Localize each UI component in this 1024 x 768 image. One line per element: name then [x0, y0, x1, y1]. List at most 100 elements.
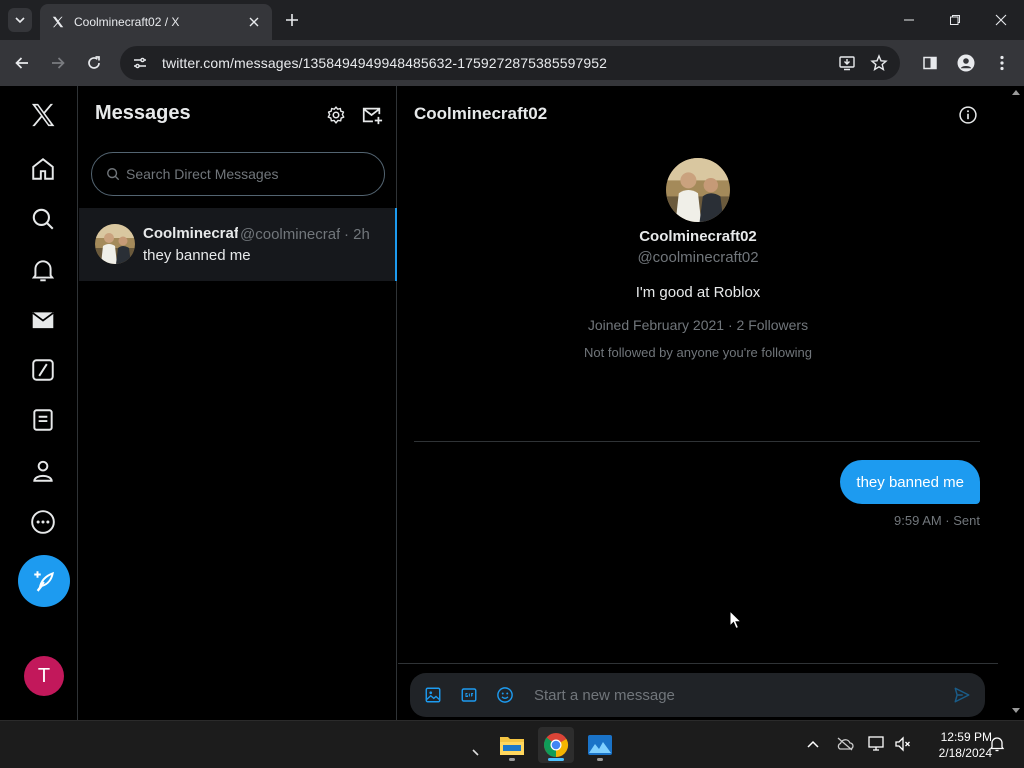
- conversation-item[interactable]: Coolminecraft02 @coolminecraft02 · 2h th…: [79, 208, 397, 281]
- close-window-button[interactable]: [978, 0, 1024, 40]
- user-icon: [957, 54, 975, 72]
- network-tray[interactable]: [866, 733, 888, 755]
- browser-menu-button[interactable]: [988, 49, 1016, 77]
- nav-profile[interactable]: [18, 446, 68, 496]
- browser-toolbar: twitter.com/messages/1358494949948485632…: [0, 40, 1024, 86]
- arrow-right-icon: [52, 57, 65, 69]
- messages-settings-button[interactable]: [323, 102, 349, 128]
- compose-post-button[interactable]: [18, 555, 70, 607]
- conversation-info-button[interactable]: [956, 103, 980, 127]
- message-bubble-sent[interactable]: they banned me: [840, 460, 980, 504]
- taskbar-photos[interactable]: [582, 727, 618, 763]
- mouse-cursor: [729, 610, 743, 630]
- side-panel-button[interactable]: [916, 49, 944, 77]
- clock-date: 2/18/2024: [938, 746, 992, 760]
- bookmark-star-icon[interactable]: [870, 54, 888, 72]
- nav-messages[interactable]: [18, 295, 68, 345]
- messages-title: Messages: [95, 102, 191, 124]
- onedrive-tray[interactable]: [834, 733, 856, 755]
- notifications-tray[interactable]: [986, 733, 1008, 755]
- message-input[interactable]: Start a new message: [534, 687, 949, 704]
- notifications-icon: [31, 260, 55, 282]
- active-indicator: [548, 758, 564, 761]
- x-app: T Messages Search Direct Messages Coolmi…: [0, 86, 1024, 720]
- gif-icon: [461, 688, 477, 702]
- nav-explore[interactable]: [18, 194, 68, 244]
- restore-button[interactable]: [932, 0, 978, 40]
- message-composer: Start a new message: [410, 673, 985, 717]
- new-message-icon: [362, 107, 383, 125]
- new-message-button[interactable]: [359, 102, 385, 128]
- profile-button[interactable]: [952, 49, 980, 77]
- plus-icon: [286, 14, 298, 26]
- chat-panel: Coolminecraft02 Coolminecraft02 @coolmin…: [398, 86, 998, 720]
- tab-search-button[interactable]: [8, 8, 32, 32]
- taskbar: 12:59 PM 2/18/2024: [0, 720, 1024, 768]
- back-button[interactable]: [8, 49, 36, 77]
- system-clock[interactable]: 12:59 PM 2/18/2024: [916, 729, 992, 761]
- bell-icon: [989, 737, 1005, 752]
- kebab-menu-icon: [1000, 55, 1004, 71]
- browser-tab-active[interactable]: Coolminecraft02 / X: [40, 4, 272, 40]
- show-hidden-icons[interactable]: [802, 733, 824, 755]
- search-flyout-icon[interactable]: [472, 749, 480, 757]
- address-bar[interactable]: twitter.com/messages/1358494949948485632…: [120, 46, 900, 80]
- page-scrollbar[interactable]: [1008, 86, 1024, 720]
- forward-button[interactable]: [44, 49, 72, 77]
- nav-grok[interactable]: [18, 345, 68, 395]
- speaker-muted-icon: [895, 736, 910, 752]
- messages-panel: Messages Search Direct Messages Coolmine…: [79, 86, 397, 720]
- chat-profile-summary[interactable]: Coolminecraft02 @coolminecraft02 I'm goo…: [398, 158, 998, 360]
- new-tab-button[interactable]: [280, 10, 304, 30]
- reload-button[interactable]: [80, 49, 108, 77]
- profile-icon: [33, 460, 53, 482]
- chevron-up-icon: [807, 740, 819, 748]
- url-text[interactable]: twitter.com/messages/1358494949948485632…: [162, 55, 838, 71]
- profile-bio: I'm good at Roblox: [635, 284, 761, 301]
- grok-icon: [32, 359, 54, 381]
- gif-button[interactable]: [456, 682, 482, 708]
- send-icon: [954, 687, 970, 703]
- install-app-icon[interactable]: [838, 54, 856, 72]
- search-icon: [107, 168, 120, 181]
- site-settings-icon[interactable]: [132, 55, 148, 71]
- x-logo-link[interactable]: [18, 90, 68, 140]
- conversation-name: Coolminecraft02: [143, 225, 238, 242]
- emoji-icon: [497, 687, 513, 703]
- chevron-down-icon: [15, 17, 25, 24]
- home-icon: [32, 158, 54, 180]
- search-placeholder: Search Direct Messages: [126, 166, 279, 182]
- profile-joined: Joined February 2021 · 2 Followers: [587, 317, 809, 333]
- explore-icon: [32, 208, 54, 230]
- account-avatar[interactable]: T: [24, 656, 64, 696]
- more-icon: [31, 510, 55, 534]
- profile-not-followed: Not followed by anyone you're following: [584, 345, 812, 360]
- taskbar-file-explorer[interactable]: [494, 727, 530, 763]
- send-button[interactable]: [949, 682, 975, 708]
- image-icon: [425, 687, 441, 703]
- nav-lists[interactable]: [18, 395, 68, 445]
- conversation-preview: they banned me: [143, 247, 251, 264]
- volume-tray[interactable]: [892, 733, 914, 755]
- close-icon: [995, 14, 1007, 26]
- emoji-button[interactable]: [492, 682, 518, 708]
- taskbar-chrome[interactable]: [538, 727, 574, 763]
- nav-home[interactable]: [18, 144, 68, 194]
- minimize-button[interactable]: [886, 0, 932, 40]
- search-dm-input[interactable]: Search Direct Messages: [91, 152, 385, 196]
- clock-time: 12:59 PM: [940, 730, 992, 744]
- nav-more[interactable]: [18, 497, 68, 547]
- info-icon: [959, 106, 977, 124]
- profile-name: Coolminecraft02: [639, 228, 757, 245]
- minimize-icon: [904, 19, 914, 21]
- messages-icon: [32, 312, 54, 329]
- tab-close-icon[interactable]: [246, 14, 262, 30]
- arrow-left-icon: [15, 57, 28, 69]
- chat-divider: [414, 441, 980, 442]
- feather-plus-icon: [34, 571, 54, 592]
- x-logo-icon: [31, 103, 55, 127]
- media-button[interactable]: [420, 682, 446, 708]
- nav-notifications[interactable]: [18, 245, 68, 295]
- lists-icon: [33, 409, 53, 431]
- chrome-icon: [543, 733, 569, 757]
